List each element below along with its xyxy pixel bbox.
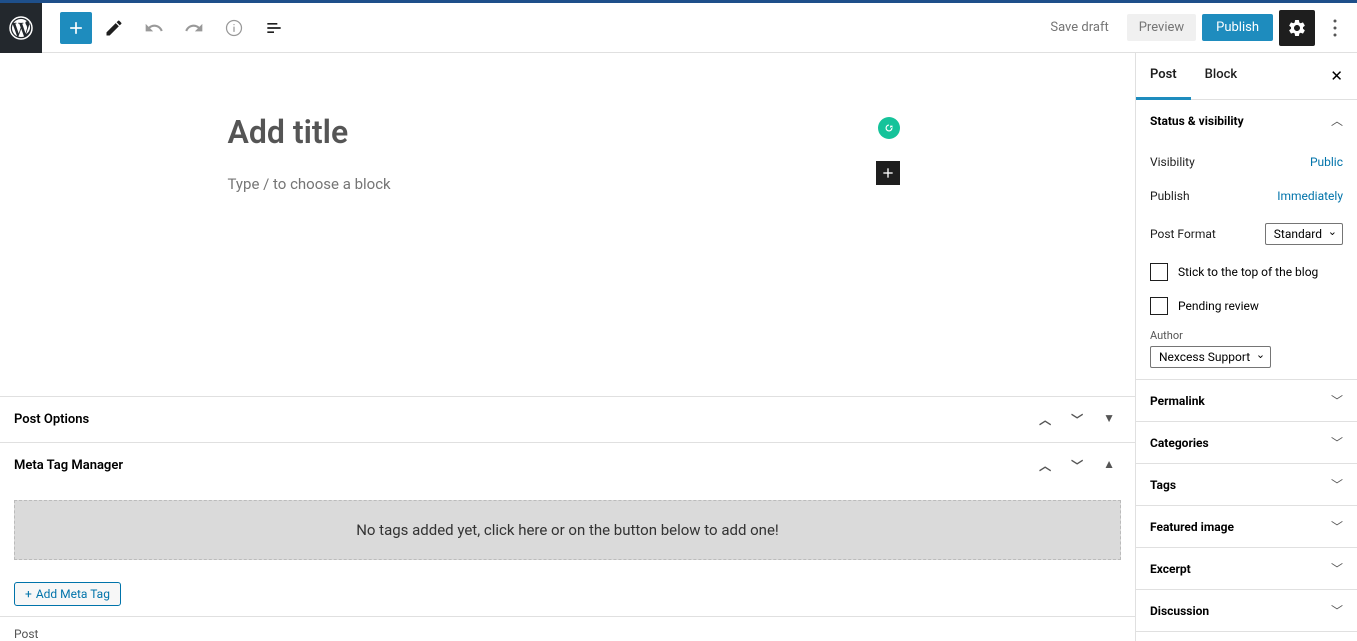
plus-icon [880, 165, 896, 181]
meta-tag-manager-label: Meta Tag Manager [14, 458, 1033, 473]
move-down-icon[interactable]: ﹀ [1065, 455, 1089, 476]
close-sidebar-button[interactable]: ✕ [1316, 53, 1357, 99]
chevron-down-icon: ﹀ [1331, 602, 1343, 619]
move-down-icon[interactable]: ﹀ [1065, 409, 1089, 430]
list-icon [264, 18, 284, 38]
tags-header[interactable]: Tags ﹀ [1136, 464, 1357, 505]
visibility-label: Visibility [1150, 155, 1310, 169]
dots-vertical-icon [1333, 19, 1337, 37]
plus-icon [66, 18, 86, 38]
pending-review-checkbox[interactable] [1150, 297, 1168, 315]
outline-button[interactable] [256, 10, 292, 46]
toggle-icon[interactable]: ▲ [1097, 455, 1121, 476]
editor-toolbar: Save draft Preview Publish [0, 3, 1357, 53]
post-options-label: Post Options [14, 412, 1033, 427]
save-draft-button[interactable]: Save draft [1038, 14, 1120, 41]
plus-icon: + [25, 587, 32, 601]
author-label: Author [1150, 323, 1343, 342]
chevron-down-icon: ﹀ [1331, 392, 1343, 409]
tools-button[interactable] [96, 10, 132, 46]
chevron-up-icon: ︿ [1331, 112, 1343, 129]
preview-button[interactable]: Preview [1127, 14, 1196, 41]
chevron-down-icon: ﹀ [1331, 434, 1343, 451]
chevron-down-icon: ﹀ [1331, 560, 1343, 577]
author-select[interactable]: Nexcess Support [1150, 346, 1271, 368]
publish-label: Publish [1150, 189, 1277, 203]
move-up-icon[interactable]: ︿ [1033, 455, 1057, 476]
move-up-icon[interactable]: ︿ [1033, 409, 1057, 430]
post-format-select[interactable]: Standard [1265, 223, 1343, 245]
add-meta-tag-button[interactable]: + Add Meta Tag [14, 582, 121, 606]
add-block-button[interactable] [60, 12, 92, 44]
status-visibility-header[interactable]: Status & visibility ︿ [1136, 100, 1357, 141]
visibility-value[interactable]: Public [1310, 155, 1343, 169]
pending-review-label: Pending review [1178, 299, 1259, 313]
tab-post[interactable]: Post [1136, 53, 1191, 100]
tab-block[interactable]: Block [1191, 53, 1251, 99]
toggle-icon[interactable]: ▼ [1097, 409, 1121, 430]
gear-icon [1287, 18, 1307, 38]
publish-button[interactable]: Publish [1202, 14, 1273, 41]
sticky-checkbox[interactable] [1150, 263, 1168, 281]
more-menu-button[interactable] [1321, 10, 1349, 46]
sticky-label: Stick to the top of the blog [1178, 265, 1318, 279]
featured-image-header[interactable]: Featured image ﹀ [1136, 506, 1357, 547]
settings-button[interactable] [1279, 10, 1315, 46]
post-title-input[interactable]: Add title [228, 113, 908, 171]
excerpt-header[interactable]: Excerpt ﹀ [1136, 548, 1357, 589]
redo-button[interactable] [176, 10, 212, 46]
info-button[interactable] [216, 10, 252, 46]
undo-icon [144, 18, 164, 38]
permalink-header[interactable]: Permalink ﹀ [1136, 380, 1357, 421]
close-icon: ✕ [1330, 67, 1343, 85]
editor-canvas: Add title Type / to choose a block Post … [0, 53, 1135, 641]
grammarly-icon [882, 121, 896, 135]
inline-add-block-button[interactable] [876, 161, 900, 185]
block-placeholder[interactable]: Type / to choose a block [228, 171, 908, 197]
publish-value[interactable]: Immediately [1277, 189, 1343, 203]
no-tags-placeholder[interactable]: No tags added yet, click here or on the … [14, 500, 1121, 560]
categories-header[interactable]: Categories ﹀ [1136, 422, 1357, 463]
wordpress-icon [9, 16, 33, 40]
post-format-label: Post Format [1150, 227, 1265, 241]
discussion-header[interactable]: Discussion ﹀ [1136, 590, 1357, 631]
wordpress-logo[interactable] [0, 3, 42, 53]
chevron-down-icon: ﹀ [1331, 518, 1343, 535]
settings-sidebar: Post Block ✕ Status & visibility ︿ Visib… [1135, 53, 1357, 641]
pencil-icon [104, 18, 124, 38]
chevron-down-icon: ﹀ [1331, 476, 1343, 493]
post-footer-label: Post [0, 616, 1135, 641]
info-icon [224, 18, 244, 38]
grammarly-badge[interactable] [878, 117, 900, 139]
undo-button[interactable] [136, 10, 172, 46]
meta-tag-manager-header[interactable]: Meta Tag Manager ︿ ﹀ ▲ [0, 442, 1135, 488]
post-options-panel-header[interactable]: Post Options ︿ ﹀ ▼ [0, 396, 1135, 442]
redo-icon [184, 18, 204, 38]
